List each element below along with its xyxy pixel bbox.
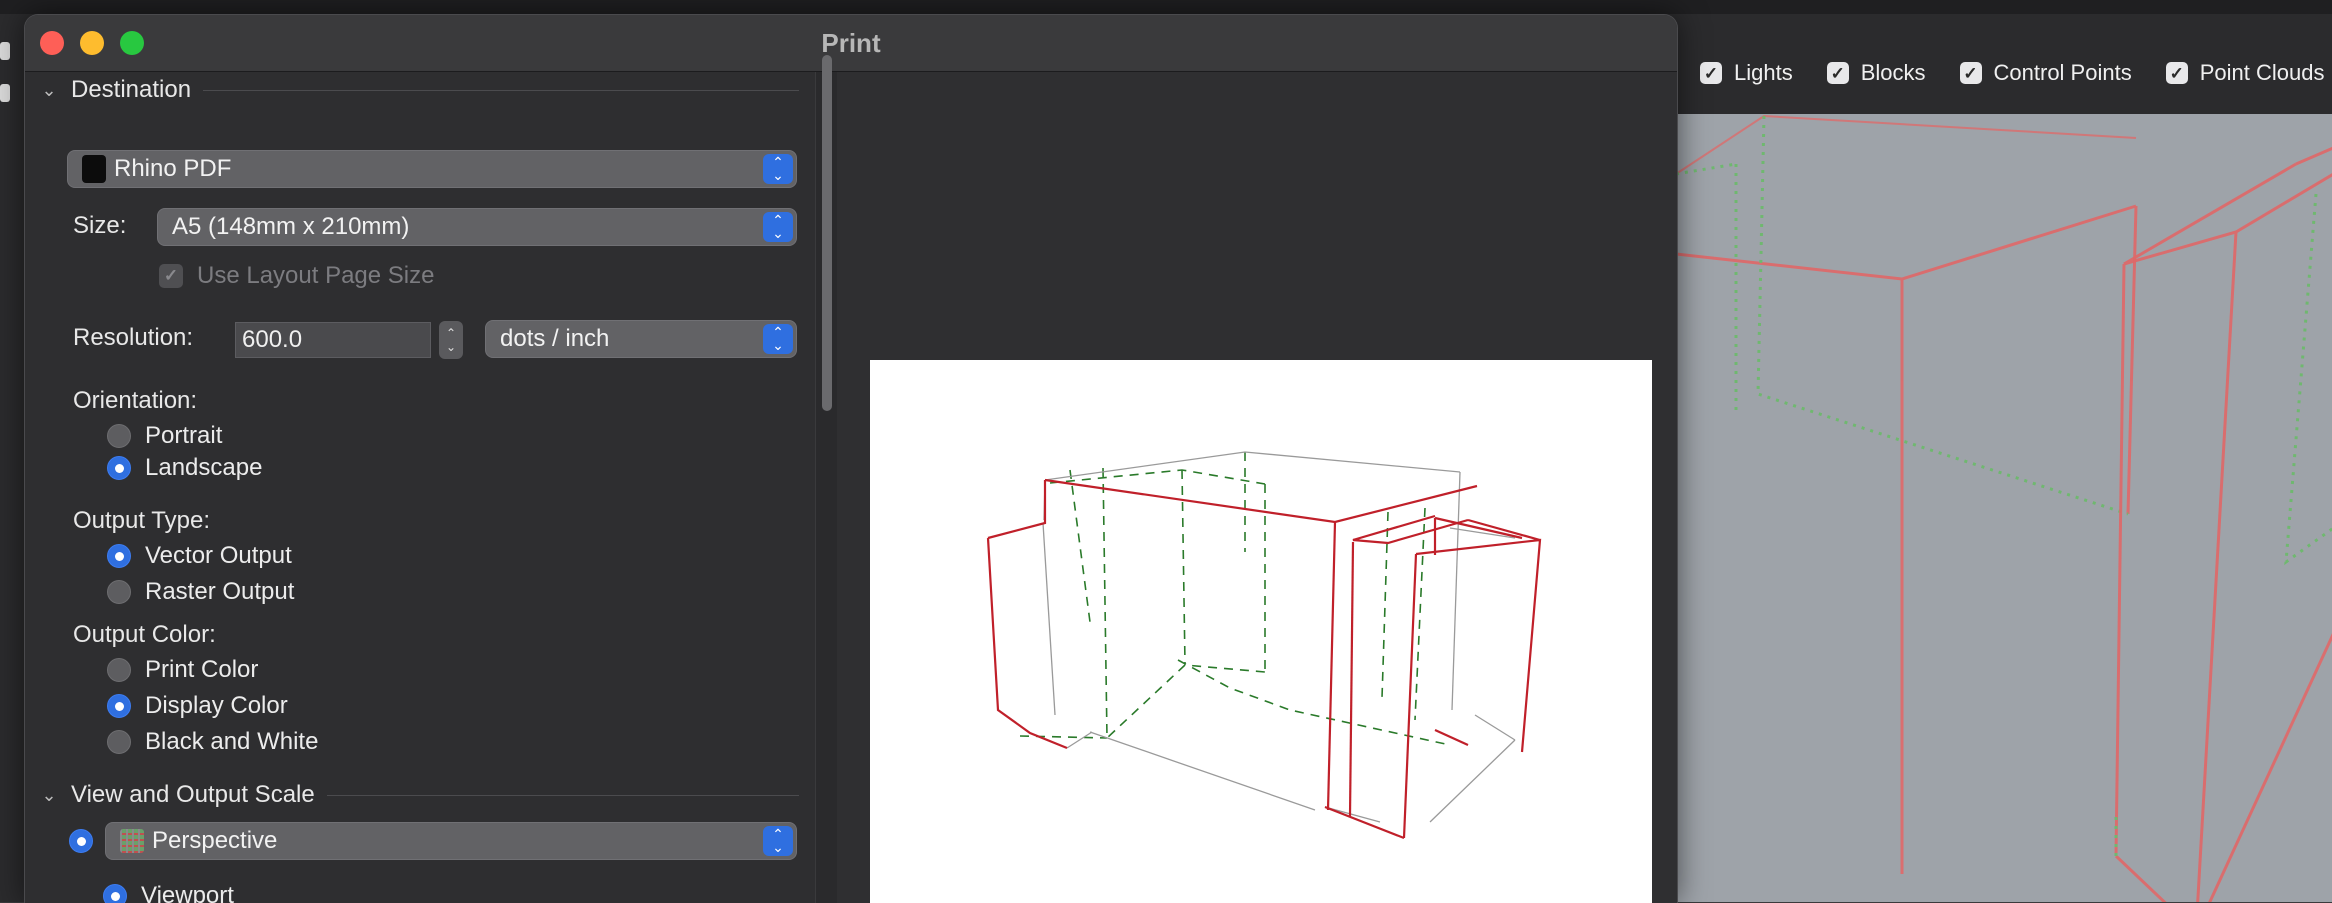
vector-output-radio[interactable]: Vector Output <box>107 542 292 570</box>
pdf-printer-icon <box>82 155 106 183</box>
printer-value: Rhino PDF <box>114 155 232 182</box>
view-radio-selected[interactable] <box>69 829 93 853</box>
raster-output-radio[interactable]: Raster Output <box>107 578 294 606</box>
resolution-input[interactable]: 600.0 <box>235 322 431 358</box>
portrait-radio[interactable]: Portrait <box>107 422 222 450</box>
print-color-radio[interactable]: Print Color <box>107 656 258 684</box>
partial-checkbox[interactable] <box>0 42 10 60</box>
vector-output-label: Vector Output <box>145 542 292 569</box>
paper-size-value: A5 (148mm x 210mm) <box>172 213 410 240</box>
radio-button-selected[interactable] <box>103 884 127 903</box>
display-color-label: Display Color <box>145 692 288 719</box>
radio-button[interactable] <box>107 424 131 448</box>
partial-checkbox[interactable] <box>0 84 10 102</box>
display-filter-checks: ✓ Lights ✓ Blocks ✓ Control Points ✓ Poi… <box>1700 60 2324 86</box>
view-popup[interactable]: Perspective ⌃ ⌄ <box>105 822 797 860</box>
dialog-titlebar[interactable]: Print <box>25 15 1677 72</box>
resolution-unit-popup[interactable]: dots / inch ⌃ ⌄ <box>485 320 797 358</box>
paper-size-popup[interactable]: A5 (148mm x 210mm) ⌃ ⌄ <box>157 208 797 246</box>
raster-output-label: Raster Output <box>145 578 295 605</box>
print-preview-page <box>870 360 1652 903</box>
radio-button[interactable] <box>107 580 131 604</box>
app-menu-strip <box>0 0 2332 14</box>
section-divider <box>203 89 799 91</box>
output-color-label: Output Color: <box>73 621 216 648</box>
portrait-label: Portrait <box>145 422 223 449</box>
viewport-label: Viewport <box>141 882 234 903</box>
control-points-label: Control Points <box>1993 60 2132 85</box>
radio-button[interactable] <box>107 730 131 754</box>
chevron-down-icon[interactable]: ⌄ <box>39 80 59 101</box>
chevron-down-icon[interactable]: ⌄ <box>39 785 59 806</box>
size-label: Size: <box>73 212 127 239</box>
print-color-label: Print Color <box>145 656 259 683</box>
viewport-radio[interactable]: Viewport <box>103 882 234 903</box>
perspective-grid-icon <box>120 829 144 853</box>
radio-button-selected[interactable] <box>107 544 131 568</box>
checkmark-icon[interactable]: ✓ <box>159 264 183 288</box>
blocks-label: Blocks <box>1860 60 1926 85</box>
section-divider <box>326 794 799 796</box>
point-clouds-label: Point Clouds <box>2199 60 2325 85</box>
checkmark-icon[interactable]: ✓ <box>1826 62 1849 84</box>
black-and-white-label: Black and White <box>145 728 319 755</box>
preview-model-drawing <box>986 451 1542 840</box>
use-layout-label: Use Layout Page Size <box>197 262 435 289</box>
resolution-unit-value: dots / inch <box>500 325 610 352</box>
chevron-updown-icon[interactable]: ⌃ ⌄ <box>763 324 793 354</box>
print-settings-panel: ⌄ Destination Rhino PDF ⌃ ⌄ Size: A5 (148… <box>25 72 815 903</box>
point-clouds-check[interactable]: ✓ Point Clouds <box>2165 60 2325 86</box>
display-color-radio[interactable]: Display Color <box>107 692 288 720</box>
chevron-updown-icon[interactable]: ⌃ ⌄ <box>763 212 793 242</box>
checkmark-icon[interactable]: ✓ <box>1700 62 1722 84</box>
viewport-model-render <box>1676 114 2332 902</box>
radio-button-selected[interactable] <box>107 456 131 480</box>
landscape-label: Landscape <box>145 454 263 481</box>
view-output-scale-section-header[interactable]: ⌄ View and Output Scale <box>39 777 799 813</box>
chevron-updown-icon[interactable]: ⌃ ⌄ <box>763 154 793 184</box>
use-layout-page-size-check[interactable]: ✓ Use Layout Page Size <box>159 262 434 290</box>
orientation-label: Orientation: <box>73 387 198 414</box>
lights-check[interactable]: ✓ Lights <box>1700 60 1793 86</box>
destination-label: Destination <box>71 76 192 103</box>
radio-button-selected[interactable] <box>107 694 131 718</box>
landscape-radio[interactable]: Landscape <box>107 454 262 482</box>
checkmark-icon[interactable]: ✓ <box>1959 62 1982 84</box>
blocks-check[interactable]: ✓ Blocks <box>1826 60 1926 86</box>
view-output-scale-label: View and Output Scale <box>71 781 315 808</box>
chevron-updown-icon[interactable]: ⌃ ⌄ <box>763 826 793 856</box>
resolution-stepper[interactable]: ⌃ ⌄ <box>439 321 463 359</box>
lights-label: Lights <box>1734 60 1793 85</box>
print-dialog: Print ⌄ Destination Rhino PDF ⌃ ⌄ Size: A… <box>24 14 1678 903</box>
app-left-strip <box>0 14 24 902</box>
control-points-check[interactable]: ✓ Control Points <box>1959 60 2132 86</box>
view-value: Perspective <box>152 827 278 854</box>
checkmark-icon[interactable]: ✓ <box>2165 62 2188 84</box>
resolution-label: Resolution: <box>73 324 194 351</box>
perspective-viewport[interactable] <box>1676 114 2332 902</box>
destination-section-header[interactable]: ⌄ Destination <box>39 72 799 108</box>
dialog-title: Print <box>821 28 881 58</box>
black-and-white-radio[interactable]: Black and White <box>107 728 318 756</box>
printer-popup[interactable]: Rhino PDF ⌃ ⌄ <box>67 150 797 188</box>
radio-button[interactable] <box>107 658 131 682</box>
settings-scrollbar-thumb[interactable] <box>822 55 832 411</box>
output-type-label: Output Type: <box>73 507 210 534</box>
